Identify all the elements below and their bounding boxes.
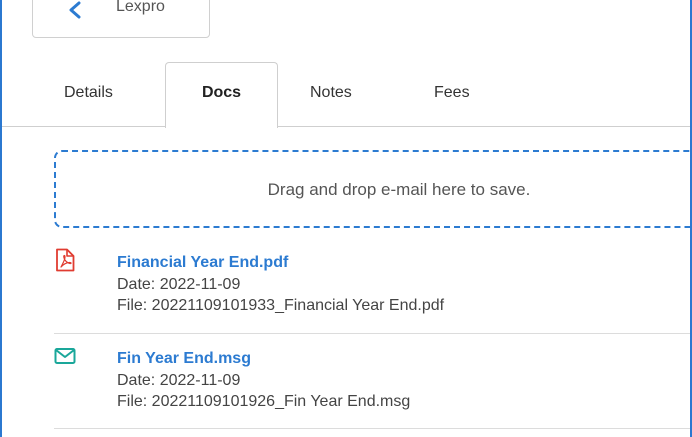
document-filename: File: 20221109101933_Financial Year End.…	[117, 297, 445, 314]
pdf-icon	[56, 248, 75, 272]
mail-icon	[54, 348, 76, 364]
back-button-label: Lexpro	[116, 0, 165, 15]
chevron-left-icon	[69, 1, 81, 19]
document-title-link[interactable]: Fin Year End.msg	[117, 350, 251, 368]
tab-docs-label: Docs	[201, 84, 242, 101]
docs-panel: Lexpro Details Docs Notes Fees Drag and …	[0, 0, 692, 437]
email-drop-zone[interactable]: Drag and drop e-mail here to save.	[54, 150, 690, 228]
document-title-link[interactable]: Financial Year End.pdf	[117, 254, 288, 272]
tab-notes[interactable]: Notes	[310, 84, 352, 102]
tab-bar-divider	[2, 126, 690, 127]
drop-zone-text: Drag and drop e-mail here to save.	[267, 180, 531, 199]
document-filename: File: 20221109101926_Fin Year End.msg	[117, 393, 411, 410]
tab-fees[interactable]: Fees	[434, 84, 470, 102]
back-button[interactable]: Lexpro	[32, 0, 210, 38]
list-divider	[54, 428, 690, 429]
tab-docs[interactable]: Docs	[165, 62, 278, 128]
tab-details[interactable]: Details	[64, 84, 113, 102]
document-date: Date: 2022-11-09	[117, 276, 241, 293]
document-date: Date: 2022-11-09	[117, 372, 241, 389]
list-divider	[54, 333, 690, 334]
